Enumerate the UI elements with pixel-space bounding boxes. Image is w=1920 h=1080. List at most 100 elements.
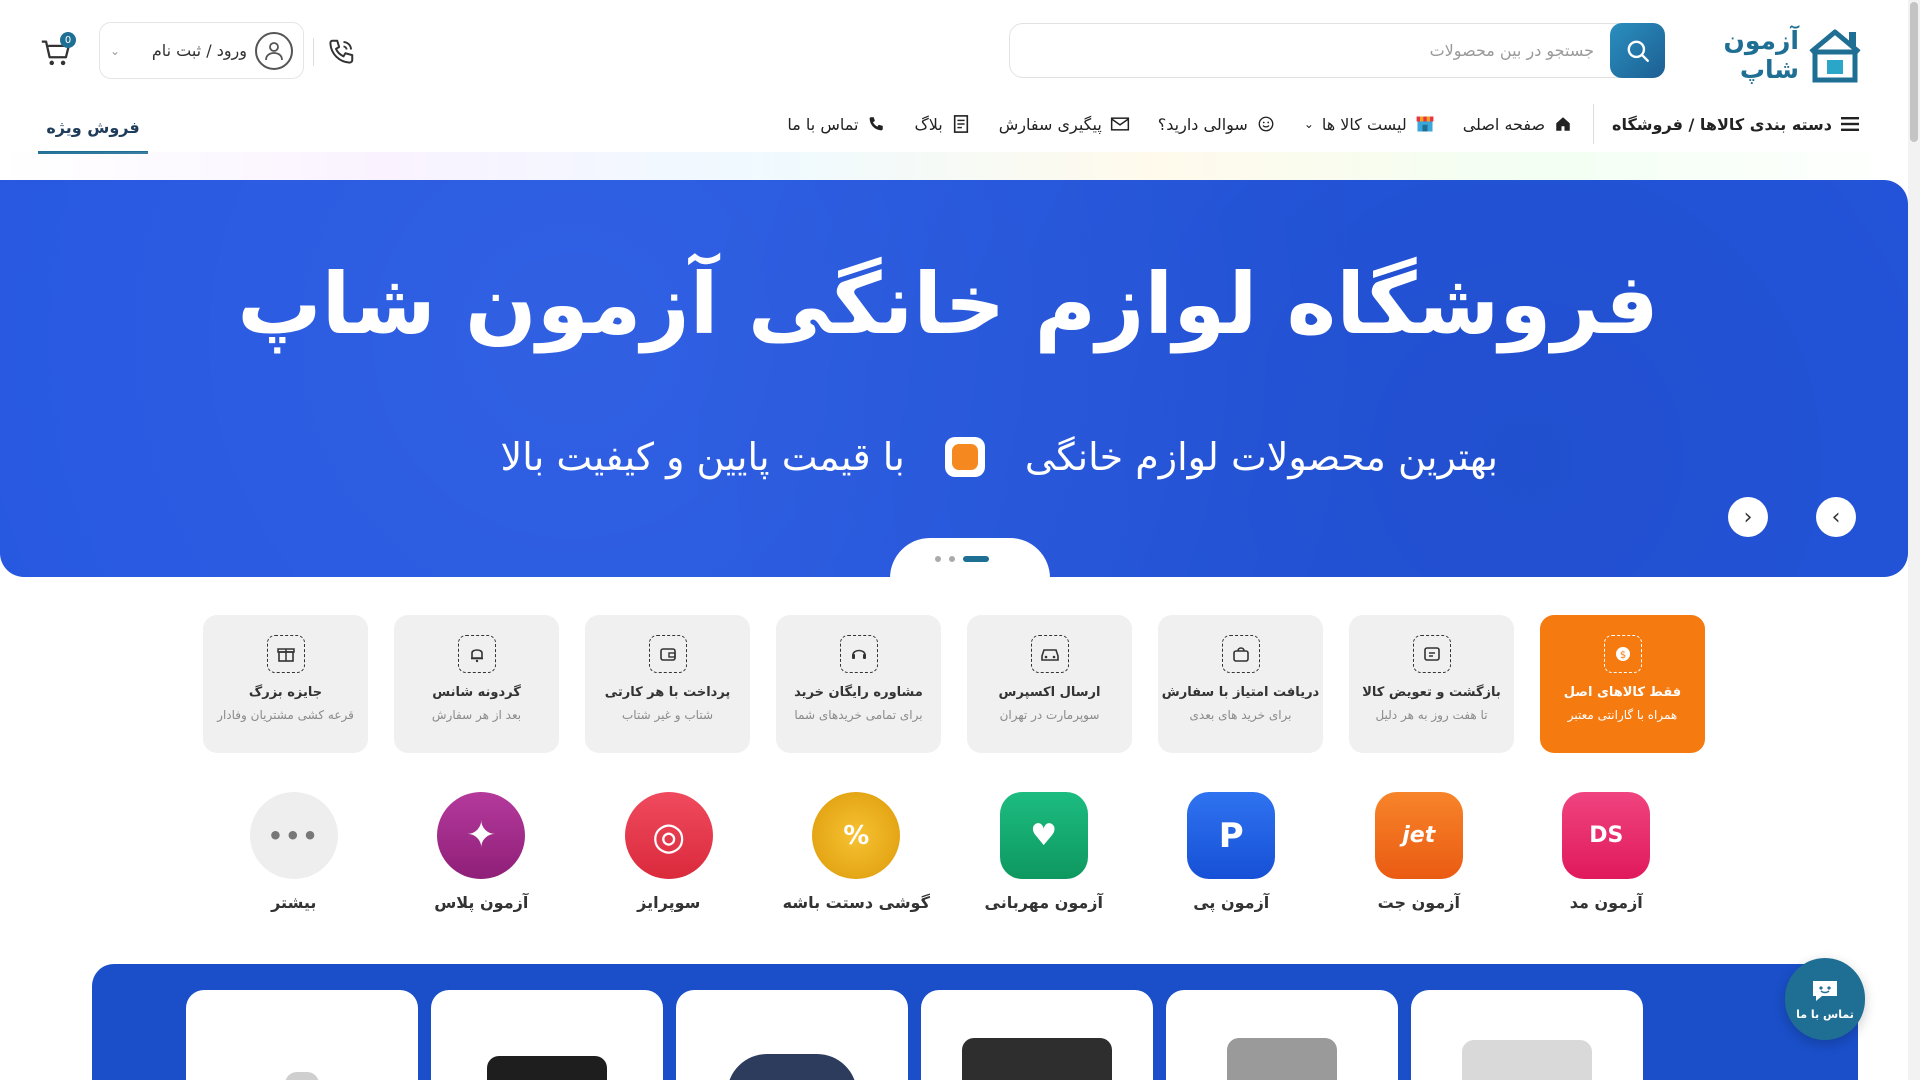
service-item[interactable]: % گوشی دستت باشه <box>763 792 951 912</box>
bag-icon <box>1221 635 1260 673</box>
coin-icon: $ <box>1603 635 1642 673</box>
phone-button[interactable] <box>325 36 357 68</box>
feature-card[interactable]: $ فقط کالاهای اصل همراه با گارانتی معتبر <box>1540 615 1705 753</box>
nav-categories[interactable]: دسته بندی کالاها / فروشگاه <box>1593 104 1860 144</box>
product-card[interactable] <box>1166 990 1398 1080</box>
feature-subtitle: شتاب و غیر شتاب <box>622 708 714 722</box>
shop-icon <box>1415 114 1435 134</box>
service-label: بیشتر <box>271 893 317 912</box>
product-card[interactable] <box>431 990 663 1080</box>
feature-subtitle: قرعه کشی مشتریان وفادار <box>217 708 354 722</box>
service-item[interactable]: ♥ آزمون مهربانی <box>950 792 1138 912</box>
feature-card[interactable]: بازگشت و تعویض کالا تا هفت روز به هر دلی… <box>1349 615 1514 753</box>
feature-card[interactable]: مشاوره رایگان خرید برای تمامی خریدهای شم… <box>776 615 941 753</box>
air-fryer-image <box>487 1056 607 1080</box>
nav-contact[interactable]: تماس با ما <box>773 104 900 144</box>
nav-products-list[interactable]: لیست کالا ها ⌄ <box>1290 104 1449 144</box>
cart-button[interactable]: 0 <box>38 32 76 70</box>
air-fryer-image <box>962 1038 1112 1080</box>
feature-subtitle: بعد از هر سفارش <box>431 708 522 722</box>
login-register-button[interactable]: ورود / ثبت نام ⌄ <box>99 22 304 79</box>
gift-icon <box>266 635 305 673</box>
feature-card[interactable]: ارسال اکسپرس سوپرمارت در تهران <box>967 615 1132 753</box>
search-button[interactable] <box>1610 23 1665 78</box>
service-item[interactable]: ✦ آزمون پلاس <box>388 792 576 912</box>
phone-icon <box>866 114 886 134</box>
search-icon <box>1627 40 1649 62</box>
feature-subtitle: همراه با گارانتی معتبر <box>1567 708 1678 722</box>
nav-blog[interactable]: بلاگ <box>900 104 984 144</box>
special-sale-tab[interactable]: فروش ویژه <box>38 104 148 154</box>
nav-blog-label: بلاگ <box>914 114 943 134</box>
menu-icon <box>1840 114 1860 134</box>
pressure-cooker-image <box>1227 1038 1337 1080</box>
header-divider <box>313 38 314 66</box>
service-item[interactable]: jet آزمون جت <box>1325 792 1513 912</box>
feature-card[interactable]: دریافت امتیاز با سفارش برای خرید های بعد… <box>1158 615 1323 753</box>
feature-title: فقط کالاهای اصل <box>1563 685 1682 700</box>
feature-card[interactable]: جایزه بزرگ قرعه کشی مشتریان وفادار <box>203 615 368 753</box>
house-logo-icon <box>1805 26 1865 84</box>
scrollbar-thumb[interactable] <box>1910 2 1918 142</box>
product-card[interactable] <box>186 990 418 1080</box>
nav-faq[interactable]: سوالی دارید؟ <box>1144 104 1290 144</box>
service-label: سوپرایز <box>637 893 701 912</box>
user-icon <box>255 31 293 70</box>
slider-dot-active[interactable] <box>963 556 989 562</box>
feature-subtitle: برای خرید های بعدی <box>1189 708 1292 722</box>
surprise-target-icon: ◎ <box>624 792 713 879</box>
hero-subtitle: بهترین محصولات لوازم خانگی با قیمت پایین… <box>501 435 1498 479</box>
contact-chat-button[interactable]: تماس با ما <box>1785 958 1865 1040</box>
chevron-down-icon: ⌄ <box>110 43 121 58</box>
nav-products-list-label: لیست کالا ها <box>1321 114 1407 134</box>
product-card[interactable] <box>921 990 1153 1080</box>
kindness-umbrella-icon: ♥ <box>999 792 1088 879</box>
chat-bubble-icon <box>1813 980 1837 1001</box>
product-card[interactable] <box>1411 990 1643 1080</box>
wallet-icon <box>648 635 687 673</box>
orange-square-icon <box>944 437 985 477</box>
special-products-strip <box>92 964 1858 1080</box>
hero-title: فروشگاه لوازم خانگی آزمون شاپ <box>237 255 1659 353</box>
search-input[interactable] <box>1034 24 1594 77</box>
hero-banner[interactable]: فروشگاه لوازم خانگی آزمون شاپ بهترین محص… <box>0 180 1908 577</box>
service-label: آزمون جت <box>1377 893 1460 912</box>
features-row: $ فقط کالاهای اصل همراه با گارانتی معتبر… <box>203 615 1705 753</box>
more-dots-icon: ••• <box>249 792 338 879</box>
site-logo[interactable]: آزمون شاپ <box>1675 24 1865 86</box>
return-icon <box>1412 635 1451 673</box>
nav-order-tracking[interactable]: پیگیری سفارش <box>985 104 1144 144</box>
product-card[interactable] <box>676 990 908 1080</box>
site-header: آزمون شاپ ورود / ثبت نام ⌄ 0 <box>0 0 1920 100</box>
home-icon <box>1553 114 1573 134</box>
hero-next-button[interactable]: ‹ <box>1728 497 1768 537</box>
hero-subtitle-left: با قیمت پایین و کیفیت بالا <box>500 435 905 479</box>
mail-icon <box>1110 114 1130 134</box>
service-item[interactable]: P آزمون پی <box>1138 792 1326 912</box>
plus-sparkle-icon: ✦ <box>437 792 526 879</box>
hero-subtitle-right: بهترین محصولات لوازم خانگی <box>1024 435 1498 479</box>
phone-discount-icon: % <box>812 792 901 879</box>
service-item[interactable]: DS آزمون مد <box>1513 792 1701 912</box>
nav-home[interactable]: صفحه اصلی <box>1449 104 1587 144</box>
service-item[interactable]: ◎ سوپرایز <box>575 792 763 912</box>
slider-dot[interactable] <box>949 556 955 562</box>
headset-icon <box>839 635 878 673</box>
slider-dots <box>935 556 989 562</box>
page-scrollbar[interactable] <box>1908 0 1920 1080</box>
service-label: گوشی دستت باشه <box>782 893 930 912</box>
smile-icon <box>1256 114 1276 134</box>
chevron-left-icon: ‹ <box>1743 504 1753 530</box>
vacuum-cleaner-image <box>727 1054 857 1080</box>
feature-card[interactable]: پرداخت با هر کارتی شتاب و غیر شتاب <box>585 615 750 753</box>
decorative-gradient <box>0 152 1920 182</box>
hero-prev-button[interactable]: › <box>1816 497 1856 537</box>
main-nav: دسته بندی کالاها / فروشگاه صفحه اصلی لیس… <box>773 104 1860 144</box>
nav-order-tracking-label: پیگیری سفارش <box>998 114 1102 134</box>
services-row: DS آزمون مد jet آزمون جت P آزمون پی ♥ آز… <box>200 792 1700 912</box>
slider-dot[interactable] <box>935 556 941 562</box>
chat-label: تماس با ما <box>1796 1007 1854 1021</box>
service-item[interactable]: ••• بیشتر <box>200 792 388 912</box>
feature-card[interactable]: گردونه شانس بعد از هر سفارش <box>394 615 559 753</box>
car-icon <box>1030 635 1069 673</box>
